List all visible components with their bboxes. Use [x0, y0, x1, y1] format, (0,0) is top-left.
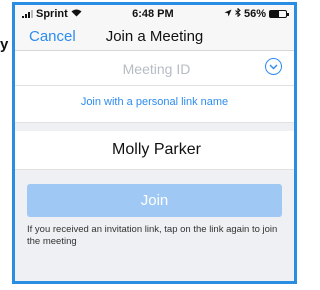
meeting-id-input[interactable]	[15, 60, 294, 78]
join-button[interactable]: Join	[27, 184, 282, 217]
invitation-help-text: If you received an invitation link, tap …	[27, 224, 278, 247]
page-title: Join a Meeting	[105, 28, 204, 45]
phone-screen: Sprint 6:48 PM 56% Cancel Join a Meeting	[12, 2, 297, 284]
battery-level	[269, 10, 279, 17]
section-gap	[15, 123, 294, 131]
status-right: 56%	[224, 7, 289, 20]
status-left: Sprint	[22, 8, 82, 20]
battery-icon	[268, 9, 289, 18]
status-bar: Sprint 6:48 PM 56%	[15, 5, 294, 22]
meeting-history-dropdown[interactable]	[265, 58, 282, 75]
name-row	[15, 131, 294, 170]
chevron-down-icon	[269, 64, 278, 69]
join-personal-link-link[interactable]: Join with a personal link name	[15, 96, 294, 108]
personal-link-row: Join with a personal link name	[15, 86, 294, 123]
wifi-icon	[71, 8, 82, 20]
meeting-id-row	[15, 51, 294, 86]
signal-icon	[22, 9, 33, 18]
cropped-text-fragment: y	[0, 36, 9, 53]
join-button-container: Join	[15, 170, 294, 217]
screen-name-input[interactable]	[15, 140, 294, 160]
location-icon	[224, 8, 232, 20]
navigation-bar: Cancel Join a Meeting	[15, 22, 294, 51]
battery-percent: 56%	[243, 7, 266, 20]
clock: 6:48 PM	[132, 7, 174, 20]
carrier-label: Sprint	[36, 7, 68, 20]
bluetooth-icon	[235, 7, 241, 20]
